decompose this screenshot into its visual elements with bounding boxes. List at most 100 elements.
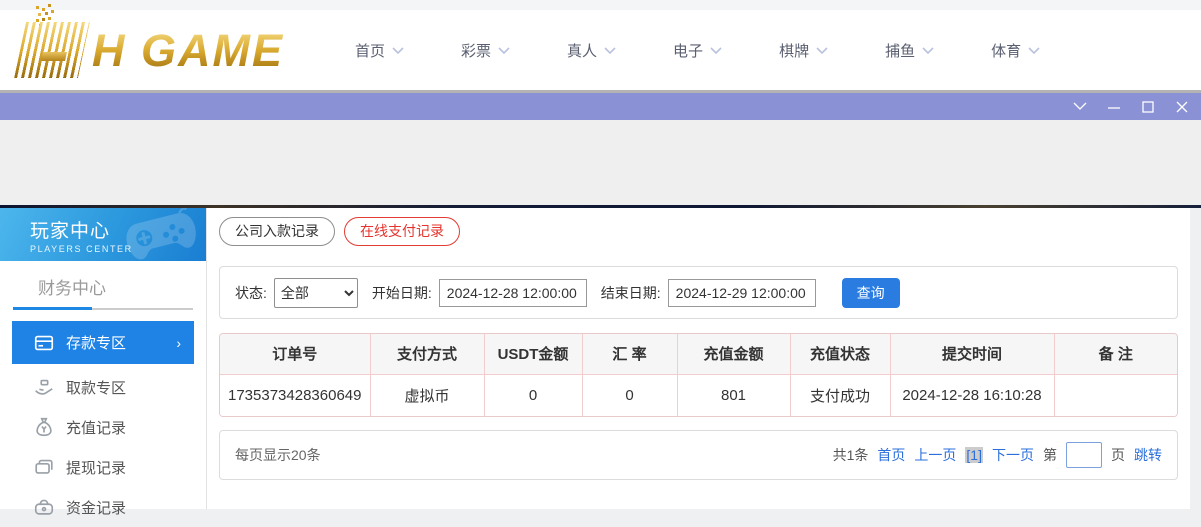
sidebar-item-label: 存款专区 [66,332,126,353]
nav-item-lottery[interactable]: 彩票 [461,40,510,61]
sidebar-item-funds-records[interactable]: 资金记录 [0,487,206,527]
window-minimize-button[interactable] [1106,99,1121,114]
sidebar-item-label: 资金记录 [66,497,126,518]
window-collapse-button[interactable] [1072,99,1087,114]
nav-item-sports[interactable]: 体育 [991,40,1040,61]
sidebar-section-title: 财务中心 [38,274,206,299]
logo-text: H GAME [92,28,284,73]
window-titlebar [0,93,1201,120]
sidebar-menu: 存款专区 › 取款专区 充值记录 提现记录 [0,321,206,527]
pagination-controls: 共1条 首页 上一页 [1] 下一页 第 页 跳转 [833,442,1162,468]
tab-company-deposit-records[interactable]: 公司入款记录 [219,217,335,246]
chevron-down-icon [922,47,934,54]
window-maximize-button[interactable] [1140,99,1155,114]
start-date-input[interactable] [439,279,587,307]
minimize-icon [1107,100,1121,114]
nav-item-label: 棋牌 [779,40,809,61]
page-size-text: 每页显示20条 [235,445,833,465]
nav-item-slots[interactable]: 电子 [673,40,722,61]
cell-submit-time: 2024-12-28 16:10:28 [890,374,1054,416]
cell-usdt-amount: 0 [484,374,582,416]
cell-status: 支付成功 [790,374,890,416]
cell-rate: 0 [582,374,677,416]
sidebar-item-deposit-zone[interactable]: 存款专区 › [12,321,194,364]
col-order-no: 订单号 [220,334,370,374]
jump-prefix-label: 第 [1043,445,1057,465]
col-status: 充值状态 [790,334,890,374]
jump-button[interactable]: 跳转 [1134,445,1162,465]
chevron-down-icon [1028,47,1040,54]
sidebar-item-withdrawal-records[interactable]: 提现记录 [0,447,206,487]
nav-item-label: 电子 [673,40,703,61]
logo-crossbar [41,52,67,61]
sidebar-section-underline [13,308,193,310]
next-page-link[interactable]: 下一页 [992,445,1034,465]
nav-item-label: 捕鱼 [885,40,915,61]
table-row: 1735373428360649 虚拟币 0 0 801 支付成功 2024-1… [220,374,1177,416]
main-panel: 公司入款记录 在线支付记录 状态: 全部 开始日期: 结束日期: 查询 [207,208,1190,509]
jump-suffix-label: 页 [1111,445,1125,465]
sidebar: 玩家中心 PLAYERS CENTER 财务中心 存款专区 › [0,208,207,509]
pagination-bar: 每页显示20条 共1条 首页 上一页 [1] 下一页 第 页 跳转 [219,430,1178,480]
withdraw-hand-icon [33,376,55,398]
chevron-down-icon [710,47,722,54]
chevron-down-icon [816,47,828,54]
logo-striped-h-mark [14,22,90,78]
prev-page-link[interactable]: 上一页 [914,445,956,465]
sidebar-header: 玩家中心 PLAYERS CENTER [0,208,206,261]
tab-online-payment-records[interactable]: 在线支付记录 [344,217,460,246]
nav-item-label: 真人 [567,40,597,61]
logo-dots-decoration [36,6,39,9]
records-table-wrap: 订单号 支付方式 USDT金额 汇 率 充值金额 充值状态 提交时间 备 注 1… [219,333,1178,417]
chevron-down-icon [498,47,510,54]
wallet-cards-icon [33,456,55,478]
cell-amount: 801 [677,374,790,416]
brand-logo[interactable]: H GAME [20,22,300,78]
deposit-card-icon [33,332,55,354]
window-close-button[interactable] [1174,99,1189,114]
nav-item-label: 首页 [355,40,385,61]
sidebar-item-label: 提现记录 [66,457,126,478]
col-submit-time: 提交时间 [890,334,1054,374]
maximize-icon [1141,100,1155,114]
nav-item-label: 体育 [991,40,1021,61]
page-spacer [0,120,1201,205]
start-date-label: 开始日期: [372,283,432,303]
cell-pay-method: 虚拟币 [370,374,484,416]
status-select[interactable]: 全部 [274,278,358,308]
col-pay-method: 支付方式 [370,334,484,374]
end-date-input[interactable] [668,279,816,307]
query-button[interactable]: 查询 [842,278,900,308]
status-label: 状态: [235,283,267,303]
table-header-row: 订单号 支付方式 USDT金额 汇 率 充值金额 充值状态 提交时间 备 注 [220,334,1177,374]
col-usdt-amount: USDT金额 [484,334,582,374]
close-icon [1175,100,1189,114]
nav-item-fishing[interactable]: 捕鱼 [885,40,934,61]
nav-item-live[interactable]: 真人 [567,40,616,61]
chevron-right-icon: › [176,335,181,351]
cell-remark [1054,374,1177,416]
money-bag-icon [33,416,55,438]
nav-item-home[interactable]: 首页 [355,40,404,61]
nav-item-chess[interactable]: 棋牌 [779,40,828,61]
total-count-text: 共1条 [833,445,869,465]
end-date-label: 结束日期: [601,283,661,303]
current-page-indicator: [1] [965,447,983,463]
page-jump-input[interactable] [1066,442,1102,468]
chevron-down-icon [1073,102,1087,111]
main-nav-menu: 首页 彩票 真人 电子 棋牌 捕鱼 体育 [355,40,1097,61]
filter-bar: 状态: 全部 开始日期: 结束日期: 查询 [219,266,1178,319]
sidebar-item-label: 充值记录 [66,417,126,438]
records-table: 订单号 支付方式 USDT金额 汇 率 充值金额 充值状态 提交时间 备 注 1… [220,334,1177,416]
cell-order-no: 1735373428360649 [220,374,370,416]
first-page-link[interactable]: 首页 [877,445,905,465]
sidebar-item-recharge-records[interactable]: 充值记录 [0,407,206,447]
content-area: 玩家中心 PLAYERS CENTER 财务中心 存款专区 › [0,208,1201,509]
col-remark: 备 注 [1054,334,1177,374]
nav-item-label: 彩票 [461,40,491,61]
purse-icon [33,496,55,518]
col-amount: 充值金额 [677,334,790,374]
record-tabs: 公司入款记录 在线支付记录 [219,217,1178,246]
col-rate: 汇 率 [582,334,677,374]
sidebar-item-withdraw-zone[interactable]: 取款专区 [0,367,206,407]
